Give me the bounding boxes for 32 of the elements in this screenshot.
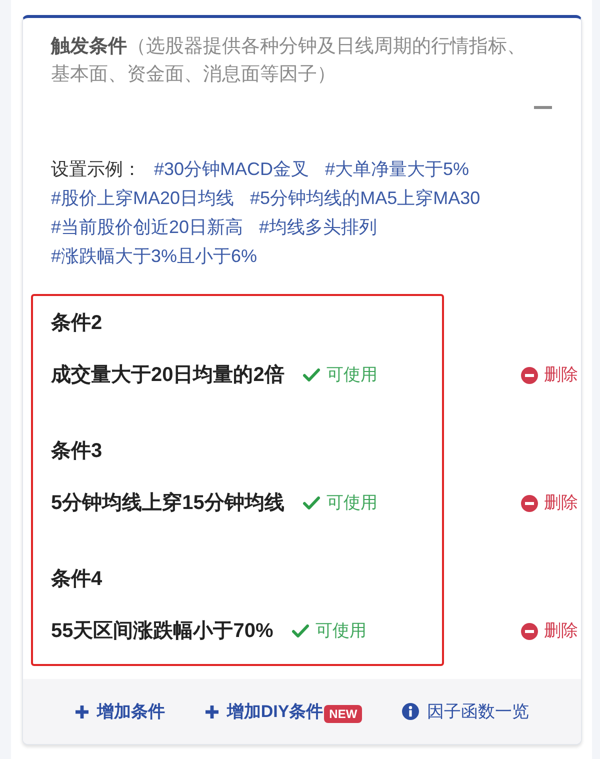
function-list-link[interactable]: 因子函数一览 — [402, 700, 530, 724]
status-label: 可使用 — [326, 492, 378, 514]
status-label: 可使用 — [326, 364, 378, 386]
add-condition-button[interactable]: 增加DIY条件 NEW — [204, 700, 362, 724]
plus-icon — [74, 704, 89, 718]
info-icon — [402, 703, 420, 720]
minus-circle-icon — [521, 366, 538, 384]
plus-icon — [204, 704, 219, 718]
add-condition-button[interactable]: 增加条件 — [74, 700, 165, 724]
minus-circle-icon — [521, 622, 538, 640]
minus-circle-icon — [521, 494, 538, 512]
example-tag-link[interactable]: #均线多头排列 — [259, 213, 378, 242]
example-tag-link[interactable]: #30分钟MACD金叉 — [154, 155, 310, 184]
condition-label: 条件3 — [51, 439, 102, 464]
example-tag-link[interactable]: #当前股价创近20日新高 — [51, 213, 244, 242]
example-tag-link[interactable]: #大单净量大于5% — [325, 155, 470, 184]
delete-button[interactable]: 删除 — [521, 619, 578, 643]
example-tag-link[interactable]: #5分钟均线的MA5上穿MA30 — [250, 184, 480, 213]
card-title: 触发条件（选股器提供各种分钟及日线周期的行情指标、基本面、资金面、消息面等因子） — [51, 35, 527, 87]
condition-text: 5分钟均线上穿15分钟均线 — [51, 490, 284, 516]
delete-button[interactable]: 删除 — [521, 491, 578, 515]
example-tag-link[interactable]: #股价上穿MA20日均线 — [51, 184, 234, 213]
delete-button[interactable]: 删除 — [521, 363, 578, 387]
example-tag-link[interactable]: #涨跌幅大于3%且小于6% — [51, 242, 258, 271]
condition-label: 条件2 — [51, 311, 102, 336]
condition-text: 成交量大于20日均量的2倍 — [51, 362, 284, 388]
condition-text: 55天区间涨跌幅小于70% — [51, 619, 274, 644]
condition-label: 条件4 — [51, 567, 102, 592]
status-label: 可使用 — [315, 620, 366, 642]
examples-label: 设置示例： — [51, 158, 141, 181]
new-badge: NEW — [324, 704, 362, 722]
minus-icon[interactable] — [534, 106, 552, 108]
